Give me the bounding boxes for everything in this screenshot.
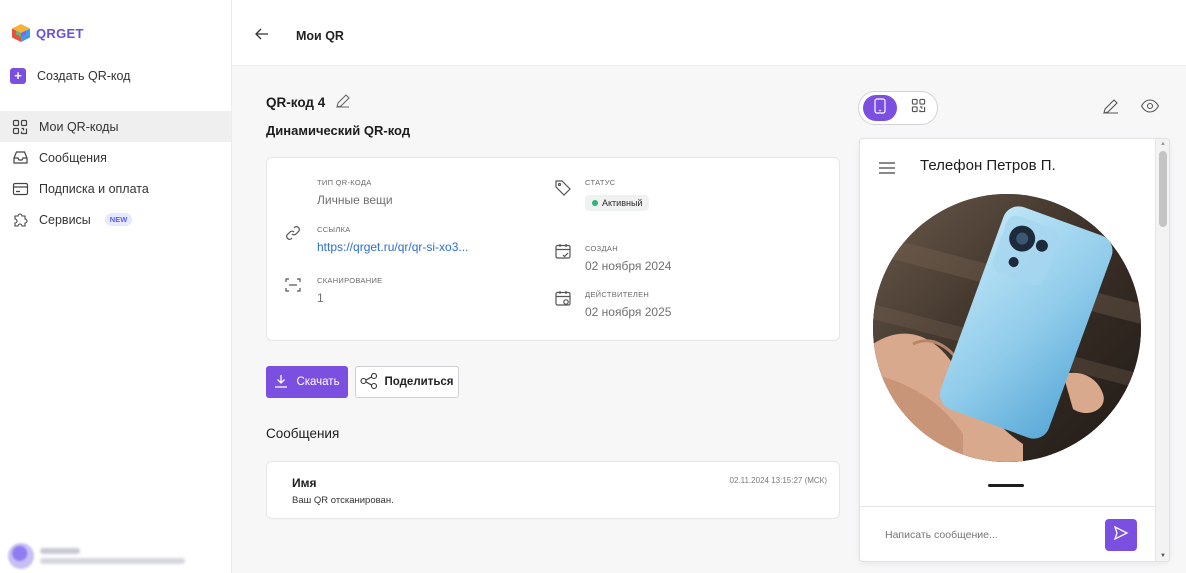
plus-icon: +	[10, 68, 26, 84]
qr-link[interactable]: https://qrget.ru/qr/qr-si-xo3...	[317, 240, 468, 254]
message-item[interactable]: Имя Ваш QR отсканирован. 02.11.2024 13:1…	[266, 461, 840, 519]
phone-in-hand-image	[873, 194, 1141, 462]
new-badge: NEW	[104, 213, 133, 226]
qr-title-row: QR-код 4	[266, 93, 351, 112]
created-date: 02 ноября 2024	[585, 259, 672, 273]
phone-icon	[874, 97, 886, 119]
create-qr-label: Создать QR-код	[37, 69, 131, 83]
qr-grid-icon	[11, 118, 29, 136]
calendar-check-icon	[554, 242, 572, 260]
valid-until-date: 02 ноября 2025	[585, 305, 672, 319]
main-content: QR-код 4 Динамический QR-код ТИП QR-КОДА…	[232, 66, 1186, 573]
message-input[interactable]	[885, 529, 1085, 541]
qr-type-label: ТИП QR-КОДА	[317, 178, 372, 187]
qr-type-value: Личные вещи	[317, 193, 393, 207]
phone-preview: Телефон Петров П. Написать сообщение... …	[859, 138, 1170, 562]
user-info-blurred	[40, 548, 185, 564]
home-indicator	[988, 484, 1024, 487]
link-label: ССЫЛКА	[317, 225, 351, 234]
divider	[860, 506, 1155, 507]
sidebar-item-label: Мои QR-коды	[39, 119, 119, 134]
status-value: Активный	[602, 198, 643, 208]
status-field: СТАТУС Активный	[585, 178, 650, 211]
scan-field: СКАНИРОВАНИЕ 1	[317, 276, 382, 305]
valid-field: ДЕЙСТВИТЕЛЕН 02 ноября 2025	[585, 290, 671, 319]
messages-heading: Сообщения	[266, 426, 340, 441]
qr-type-field: ТИП QR-КОДА Личные вещи	[317, 178, 393, 207]
qr-title: QR-код 4	[266, 95, 326, 110]
send-icon	[1113, 525, 1129, 546]
qr-subtitle: Динамический QR-код	[266, 123, 411, 138]
send-button[interactable]	[1105, 519, 1137, 551]
message-sender: Имя	[292, 476, 317, 490]
message-text: Ваш QR отсканирован.	[292, 495, 394, 506]
avatar	[8, 543, 34, 569]
share-label: Поделиться	[384, 376, 454, 388]
preview-mode-toggle	[858, 91, 938, 125]
card-icon	[11, 180, 29, 198]
status-label: СТАТУС	[585, 178, 616, 187]
share-button[interactable]: Поделиться	[355, 366, 459, 398]
edit-page-icon[interactable]	[1102, 97, 1120, 115]
qr-grid-icon	[911, 98, 926, 118]
logo[interactable]: QRGET	[10, 22, 84, 44]
user-profile[interactable]	[8, 543, 185, 569]
created-field: СОЗДАН 02 ноября 2024	[585, 244, 671, 273]
preview-title: Телефон Петров П.	[920, 157, 1056, 174]
sidebar-item-label: Подписка и оплата	[39, 181, 149, 196]
scan-label: СКАНИРОВАНИЕ	[317, 276, 383, 285]
download-button[interactable]: Скачать	[266, 366, 348, 398]
create-qr-button[interactable]: + Создать QR-код	[10, 68, 130, 84]
valid-label: ДЕЙСТВИТЕЛЕН	[585, 290, 650, 299]
logo-text: QRGET	[36, 25, 84, 41]
link-icon	[284, 224, 302, 242]
message-timestamp: 02.11.2024 13:15:27 (МСК)	[729, 476, 827, 485]
phone-preview-toggle[interactable]	[863, 95, 897, 121]
share-icon	[360, 372, 378, 392]
sidebar: QRGET + Создать QR-код Мои QR-коды Сообщ…	[0, 0, 232, 573]
back-arrow-icon[interactable]	[254, 26, 270, 42]
eye-icon[interactable]	[1140, 97, 1160, 115]
puzzle-icon	[11, 211, 29, 229]
scan-count: 1	[317, 291, 324, 305]
qr-info-card: ТИП QR-КОДА Личные вещи ССЫЛКА https://q…	[266, 157, 840, 341]
qr-preview-toggle[interactable]	[903, 95, 933, 121]
calendar-clock-icon	[554, 289, 572, 307]
sidebar-item-messages[interactable]: Сообщения	[0, 142, 231, 173]
top-bar: Мои QR	[232, 0, 1186, 66]
sidebar-nav: Мои QR-коды Сообщения Подписка и оплата	[0, 111, 231, 235]
sidebar-item-subscription[interactable]: Подписка и оплата	[0, 173, 231, 204]
inbox-icon	[11, 149, 29, 167]
sidebar-item-label: Сообщения	[39, 150, 107, 165]
sidebar-item-services[interactable]: Сервисы NEW	[0, 204, 231, 235]
link-field: ССЫЛКА https://qrget.ru/qr/qr-si-xo3...	[317, 225, 468, 254]
hamburger-menu-icon[interactable]	[879, 161, 895, 174]
scrollbar[interactable]: ▲ ▼	[1155, 139, 1169, 561]
created-label: СОЗДАН	[585, 244, 618, 253]
logo-cube-icon	[10, 22, 32, 44]
sidebar-item-my-qr[interactable]: Мои QR-коды	[0, 111, 231, 142]
download-icon	[274, 374, 288, 391]
sidebar-item-label: Сервисы	[39, 212, 91, 227]
item-photo	[873, 194, 1141, 462]
scrollbar-thumb[interactable]	[1159, 151, 1167, 227]
scroll-up-arrow-icon[interactable]: ▲	[1160, 141, 1166, 147]
scroll-down-arrow-icon[interactable]: ▼	[1160, 553, 1166, 559]
tag-icon	[554, 179, 572, 197]
edit-pencil-icon[interactable]	[335, 93, 351, 112]
scan-icon	[284, 276, 302, 294]
status-badge: Активный	[585, 195, 650, 211]
status-dot	[592, 200, 598, 206]
page-title: Мои QR	[296, 29, 344, 43]
download-label: Скачать	[296, 376, 340, 388]
